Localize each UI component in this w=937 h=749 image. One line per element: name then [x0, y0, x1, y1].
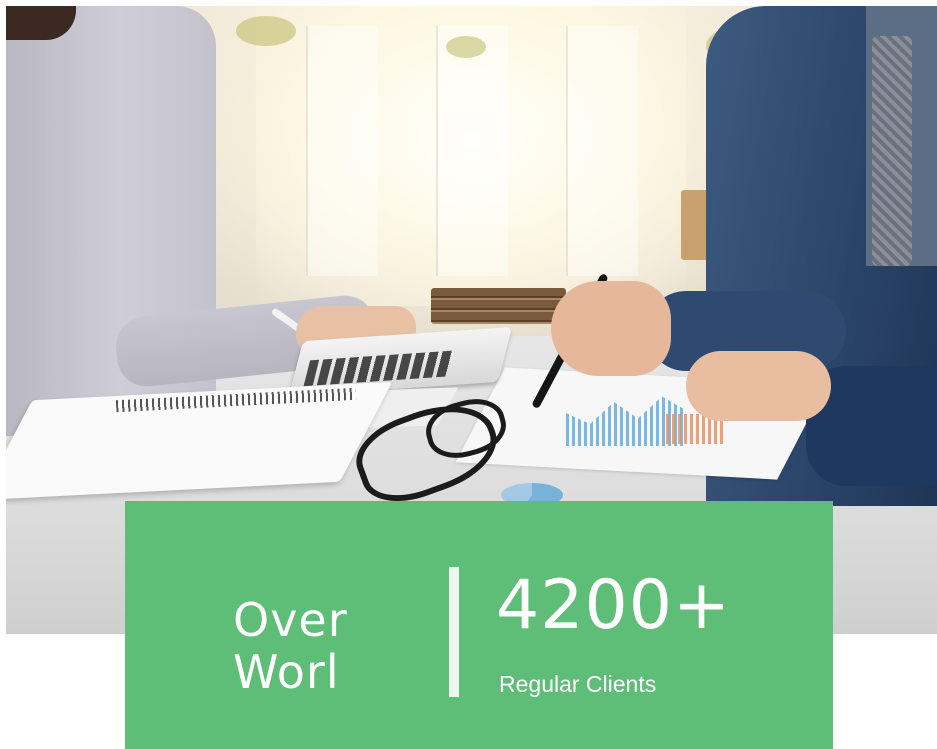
- stat-left-line-2: Worl: [233, 644, 340, 699]
- stat-caption: Regular Clients: [499, 671, 657, 697]
- stat-left-line-1: Over: [233, 593, 348, 647]
- foliage: [446, 36, 486, 58]
- stat-left-text: Over Worl: [233, 593, 433, 699]
- window-pane: [436, 26, 508, 276]
- stat-divider: [449, 567, 459, 697]
- book-stack: [431, 288, 566, 324]
- stats-card: Over Worl 4200+ Regular Clients: [125, 501, 833, 749]
- man-hand: [551, 281, 671, 376]
- window-pane: [306, 26, 378, 276]
- page: Over Worl 4200+ Regular Clients: [0, 0, 937, 749]
- man-tie: [872, 36, 912, 266]
- window-pane: [566, 26, 638, 276]
- calculator-keys: [303, 350, 453, 387]
- man-hand: [686, 351, 831, 421]
- stat-number: 4200+: [496, 566, 732, 645]
- foliage: [236, 16, 296, 46]
